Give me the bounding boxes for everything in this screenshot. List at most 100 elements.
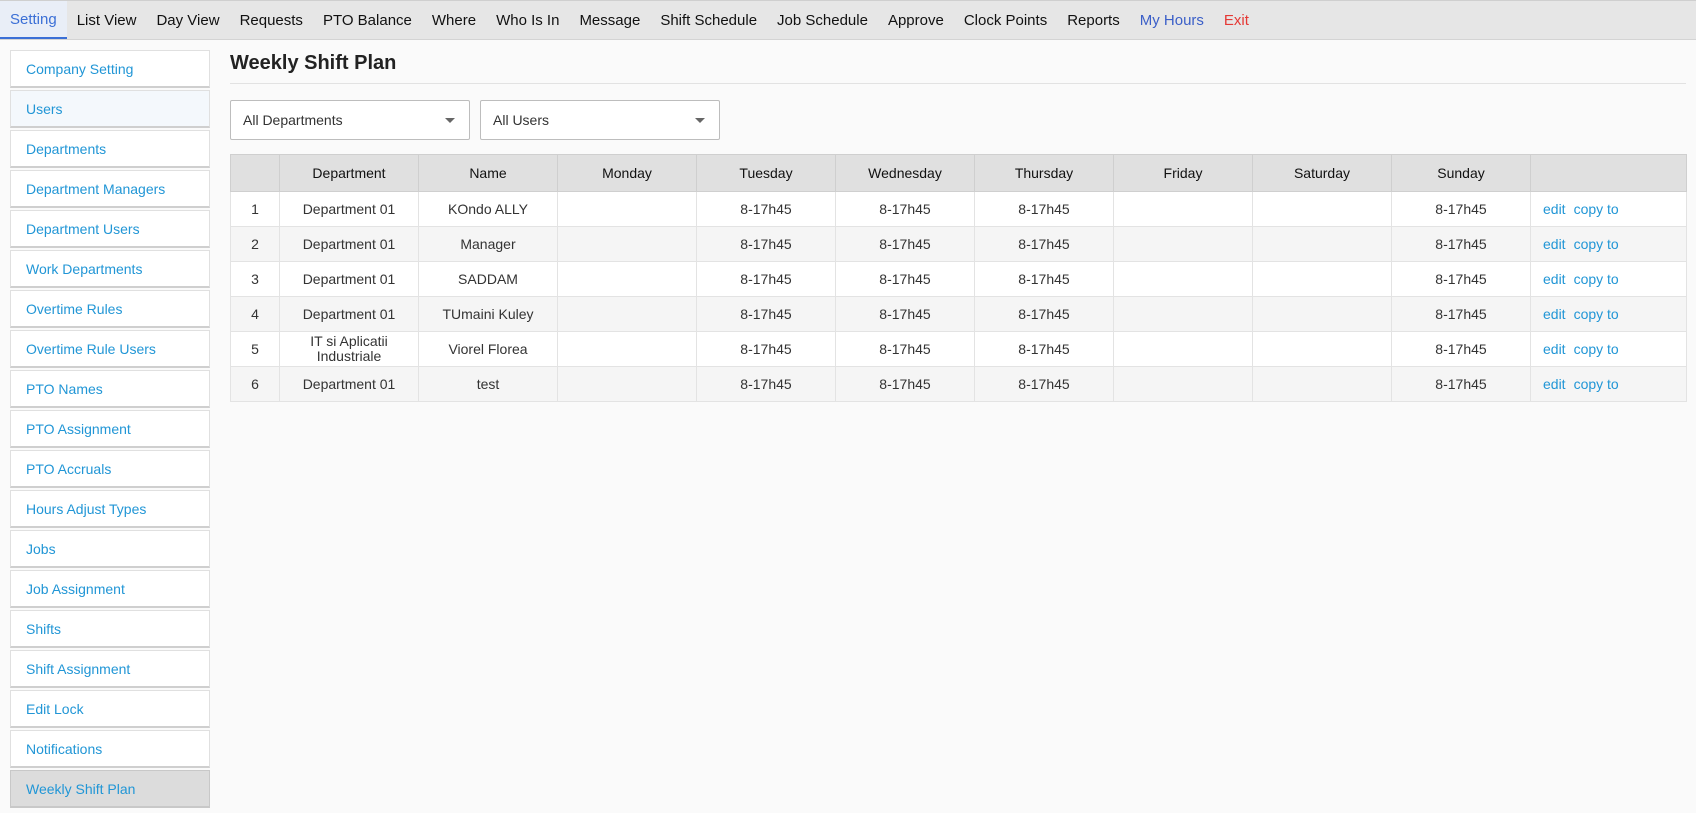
nav-clock-points[interactable]: Clock Points (954, 1, 1057, 39)
department-cell-text: Department 01 (302, 201, 396, 217)
row-number-cell: 1 (230, 191, 280, 227)
table-row: 3 Department 01 SADDAM 8-17h45 8-17h45 8-17h4… (230, 261, 1687, 297)
sidebar-item-jobs[interactable]: Jobs (10, 530, 210, 568)
edit-link[interactable]: edit (1543, 236, 1566, 252)
day-cell: 8-17h45 (1391, 331, 1531, 367)
sidebar-item-pto-accruals[interactable]: PTO Accruals (10, 450, 210, 488)
table-row: 5 IT si Aplicatii Industriale Viorel Flore… (230, 331, 1687, 367)
nav-day-view[interactable]: Day View (146, 1, 229, 39)
top-navigation: Setting List View Day View Requests PTO Bala… (0, 0, 1696, 40)
edit-link[interactable]: edit (1543, 201, 1566, 217)
nav-exit[interactable]: Exit (1214, 1, 1259, 39)
nav-shift-schedule[interactable]: Shift Schedule (650, 1, 767, 39)
nav-requests[interactable]: Requests (230, 1, 313, 39)
department-cell-text: Department 01 (302, 306, 396, 322)
day-cell: 8-17h45 (835, 261, 975, 297)
day-cell: 8-17h45 (696, 366, 836, 402)
edit-link[interactable]: edit (1543, 341, 1566, 357)
day-cell (1252, 331, 1392, 367)
nav-message[interactable]: Message (569, 1, 650, 39)
department-cell-text: Department 01 (302, 236, 396, 252)
department-cell: Department 01 (279, 261, 419, 297)
day-cell: 8-17h45 (974, 226, 1114, 262)
department-cell-text: Department 01 (302, 271, 396, 287)
day-cell (557, 226, 697, 262)
settings-sidebar: Company Setting Users Departments Departmen… (10, 50, 210, 810)
sidebar-item-job-assignment[interactable]: Job Assignment (10, 570, 210, 608)
day-cell (1252, 366, 1392, 402)
edit-link[interactable]: edit (1543, 376, 1566, 392)
day-cell: 8-17h45 (696, 261, 836, 297)
actions-cell: edit copy to (1530, 226, 1687, 262)
day-cell: 8-17h45 (696, 226, 836, 262)
nav-pto-balance[interactable]: PTO Balance (313, 1, 422, 39)
day-cell: 8-17h45 (974, 331, 1114, 367)
sidebar-item-departments[interactable]: Departments (10, 130, 210, 168)
main-content: Weekly Shift Plan All Departments All Us… (230, 48, 1687, 402)
day-cell: 8-17h45 (1391, 366, 1531, 402)
sidebar-item-department-users[interactable]: Department Users (10, 210, 210, 248)
day-cell (1252, 261, 1392, 297)
nav-reports[interactable]: Reports (1057, 1, 1130, 39)
department-cell: Department 01 (279, 191, 419, 227)
table-header-row: Department Name Monday Tuesday Wednesday Thur… (230, 154, 1687, 192)
actions-cell: edit copy to (1530, 366, 1687, 402)
day-cell (557, 191, 697, 227)
sidebar-item-pto-names[interactable]: PTO Names (10, 370, 210, 408)
nav-who-is-in[interactable]: Who Is In (486, 1, 569, 39)
day-cell: 8-17h45 (1391, 296, 1531, 332)
name-cell: Manager (418, 226, 558, 262)
column-header: Sunday (1391, 154, 1531, 192)
copy-to-link[interactable]: copy to (1574, 236, 1619, 252)
copy-to-link[interactable]: copy to (1574, 341, 1619, 357)
edit-link[interactable]: edit (1543, 271, 1566, 287)
row-number-cell: 2 (230, 226, 280, 262)
day-cell (1113, 331, 1253, 367)
nav-approve[interactable]: Approve (878, 1, 954, 39)
sidebar-item-company-setting[interactable]: Company Setting (10, 50, 210, 88)
day-cell: 8-17h45 (1391, 226, 1531, 262)
department-filter-select[interactable]: All Departments (230, 100, 470, 140)
sidebar-item-edit-lock[interactable]: Edit Lock (10, 690, 210, 728)
column-header: Wednesday (835, 154, 975, 192)
copy-to-link[interactable]: copy to (1574, 271, 1619, 287)
copy-to-link[interactable]: copy to (1574, 306, 1619, 322)
page-title: Weekly Shift Plan (230, 48, 1686, 84)
day-cell (1113, 226, 1253, 262)
sidebar-item-shifts[interactable]: Shifts (10, 610, 210, 648)
day-cell: 8-17h45 (835, 331, 975, 367)
day-cell: 8-17h45 (974, 261, 1114, 297)
actions-cell: edit copy to (1530, 296, 1687, 332)
nav-setting[interactable]: Setting (0, 1, 67, 39)
copy-to-link[interactable]: copy to (1574, 201, 1619, 217)
table-row: 1 Department 01 KOndo ALLY 8-17h45 8-17h45 8-… (230, 191, 1687, 227)
sidebar-item-shift-assignment[interactable]: Shift Assignment (10, 650, 210, 688)
actions-cell: edit copy to (1530, 331, 1687, 367)
sidebar-item-weekly-shift-plan[interactable]: Weekly Shift Plan (10, 770, 210, 808)
nav-list-view[interactable]: List View (67, 1, 147, 39)
department-cell-text: IT si Aplicatii Industriale (310, 333, 388, 364)
sidebar-item-overtime-rules[interactable]: Overtime Rules (10, 290, 210, 328)
sidebar-item-notifications[interactable]: Notifications (10, 730, 210, 768)
sidebar-item-pto-assignment[interactable]: PTO Assignment (10, 410, 210, 448)
actions-cell: edit copy to (1530, 191, 1687, 227)
sidebar-item-hours-adjust-types[interactable]: Hours Adjust Types (10, 490, 210, 528)
table-row: 6 Department 01 test 8-17h45 8-17h45 8-17h45 8… (230, 366, 1687, 402)
sidebar-item-department-managers[interactable]: Department Managers (10, 170, 210, 208)
nav-job-schedule[interactable]: Job Schedule (767, 1, 878, 39)
column-header (230, 154, 280, 192)
department-cell: Department 01 (279, 296, 419, 332)
day-cell: 8-17h45 (974, 191, 1114, 227)
copy-to-link[interactable]: copy to (1574, 376, 1619, 392)
sidebar-item-work-departments[interactable]: Work Departments (10, 250, 210, 288)
nav-my-hours[interactable]: My Hours (1130, 1, 1214, 39)
day-cell: 8-17h45 (835, 226, 975, 262)
nav-where[interactable]: Where (422, 1, 486, 39)
edit-link[interactable]: edit (1543, 306, 1566, 322)
sidebar-item-users[interactable]: Users (10, 90, 210, 128)
chevron-down-icon (695, 117, 705, 123)
user-filter-select[interactable]: All Users (480, 100, 720, 140)
day-cell (1252, 191, 1392, 227)
user-filter-value: All Users (493, 112, 550, 128)
sidebar-item-overtime-rule-users[interactable]: Overtime Rule Users (10, 330, 210, 368)
